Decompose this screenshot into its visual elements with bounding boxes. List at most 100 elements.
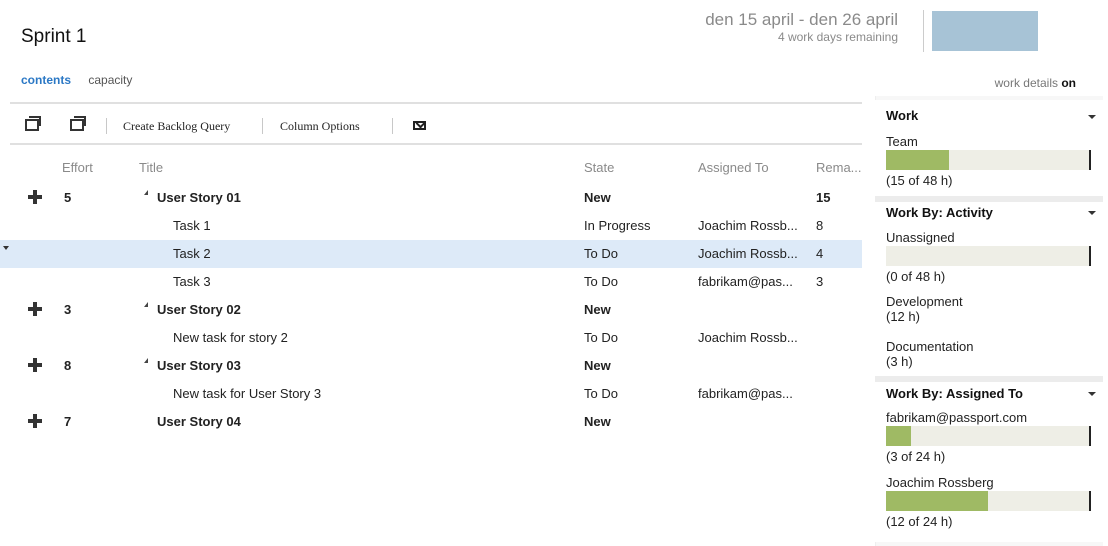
toolbar-divider <box>106 118 107 134</box>
create-backlog-query-button[interactable]: Create Backlog Query <box>123 119 230 134</box>
sprint-dates: den 15 april - den 26 april 4 work days … <box>640 10 898 44</box>
title-cell[interactable]: User Story 02 <box>157 302 241 317</box>
unassigned-capacity-caption: (0 of 48 h) <box>886 269 946 284</box>
state-cell: To Do <box>584 386 618 401</box>
capacity-marker <box>1089 150 1091 170</box>
work-details-state[interactable]: on <box>1061 76 1076 90</box>
activity-section-title: Work By: Activity <box>886 205 993 220</box>
person-capacity-caption: (12 of 24 h) <box>886 514 953 529</box>
add-task-icon[interactable] <box>28 190 42 204</box>
capacity-marker <box>1089 426 1091 446</box>
state-cell: To Do <box>584 330 618 345</box>
column-options-button[interactable]: Column Options <box>280 119 360 134</box>
title-cell[interactable]: New task for User Story 3 <box>173 386 321 401</box>
burndown-area <box>932 11 1038 51</box>
title-cell[interactable]: Task 2 <box>173 246 211 261</box>
person-capacity-fill <box>886 426 912 446</box>
collapse-triangle-icon[interactable] <box>144 302 148 307</box>
team-capacity-fill <box>886 150 950 170</box>
add-task-icon[interactable] <box>28 302 42 316</box>
person-capacity-fill <box>886 491 988 511</box>
table-row[interactable]: 5 User Story 01 New 15 <box>0 184 862 212</box>
team-capacity-caption: (15 of 48 h) <box>886 173 953 188</box>
title-cell[interactable]: User Story 04 <box>157 414 241 429</box>
column-header-effort[interactable]: Effort <box>62 160 93 175</box>
effort-cell: 3 <box>64 302 72 317</box>
collapse-triangle-icon[interactable] <box>144 358 148 363</box>
add-task-icon[interactable] <box>28 358 42 372</box>
state-cell: New <box>584 414 611 429</box>
toolbar-divider <box>262 118 263 134</box>
tab-capacity[interactable]: capacity <box>88 73 132 87</box>
title-cell[interactable]: User Story 03 <box>157 358 241 373</box>
remaining-cell: 15 <box>816 190 831 205</box>
page-title: Sprint 1 <box>21 26 87 47</box>
activity-section: Work By: Activity Unassigned (0 of 48 h)… <box>875 202 1103 376</box>
person-capacity-bar <box>886 491 1089 511</box>
chevron-down-icon[interactable] <box>1088 115 1096 119</box>
chevron-down-icon[interactable] <box>1088 211 1096 215</box>
column-header-state[interactable]: State <box>584 160 614 175</box>
assigned-cell: Joachim Rossb... <box>698 218 798 233</box>
title-cell[interactable]: New task for story 2 <box>173 330 288 345</box>
state-cell: New <box>584 358 611 373</box>
state-cell: New <box>584 302 611 317</box>
unassigned-capacity-bar <box>886 246 1089 266</box>
title-cell[interactable]: User Story 01 <box>157 190 241 205</box>
effort-cell: 7 <box>64 414 72 429</box>
table-row[interactable]: New task for story 2 To Do Joachim Rossb… <box>0 324 862 352</box>
title-cell[interactable]: Task 1 <box>173 218 211 233</box>
table-row[interactable]: 3 User Story 02 New <box>0 296 862 324</box>
assigned-cell: fabrikam@pas... <box>698 386 793 401</box>
collapse-all-icon[interactable] <box>70 116 86 131</box>
date-range: den 15 april - den 26 april <box>705 10 898 29</box>
development-hours: (12 h) <box>886 309 920 324</box>
title-cell[interactable]: Task 3 <box>173 274 211 289</box>
table-row[interactable]: 7 User Story 04 New <box>0 408 862 436</box>
chevron-down-icon[interactable] <box>1088 392 1096 396</box>
table-row[interactable]: New task for User Story 3 To Do fabrikam… <box>0 380 862 408</box>
column-header-title[interactable]: Title <box>139 160 163 175</box>
work-section-title: Work <box>886 108 919 123</box>
work-details-toggle[interactable]: work details on <box>995 76 1076 90</box>
state-cell: To Do <box>584 274 618 289</box>
documentation-label: Documentation <box>886 339 974 354</box>
burndown-chart[interactable] <box>923 10 1081 52</box>
person-label: fabrikam@passport.com <box>886 410 1028 425</box>
tab-contents[interactable]: contents <box>21 73 71 87</box>
table-row-selected[interactable]: Task 2 To Do Joachim Rossb... 4 <box>0 240 862 268</box>
team-capacity-bar <box>886 150 1089 170</box>
development-label: Development <box>886 294 963 309</box>
table-row[interactable]: Task 3 To Do fabrikam@pas... 3 <box>0 268 862 296</box>
remaining-cell: 3 <box>816 274 824 289</box>
effort-cell: 8 <box>64 358 72 373</box>
table-row[interactable]: Task 1 In Progress Joachim Rossb... 8 <box>0 212 862 240</box>
add-task-icon[interactable] <box>28 414 42 428</box>
view-tabs: contents capacity <box>21 73 146 87</box>
person-capacity-bar <box>886 426 1089 446</box>
table-row[interactable]: 8 User Story 03 New <box>0 352 862 380</box>
person-label: Joachim Rossberg <box>886 475 994 490</box>
expand-all-icon[interactable] <box>25 116 41 131</box>
assigned-section-title: Work By: Assigned To <box>886 386 1023 401</box>
state-cell: In Progress <box>584 218 651 233</box>
state-cell: To Do <box>584 246 618 261</box>
remaining-cell: 4 <box>816 246 824 261</box>
column-header-assigned-to[interactable]: Assigned To <box>698 160 769 175</box>
days-remaining: 4 work days remaining <box>777 30 898 44</box>
collapse-triangle-icon[interactable] <box>144 190 148 195</box>
assigned-section: Work By: Assigned To fabrikam@passport.c… <box>875 382 1103 542</box>
backlog-toolbar: Create Backlog Query Column Options <box>10 102 862 145</box>
work-section: Work Team (15 of 48 h) <box>875 100 1103 196</box>
work-details-label: work details <box>994 76 1058 90</box>
column-header-remaining[interactable]: Rema... <box>816 160 862 175</box>
assigned-cell: Joachim Rossb... <box>698 246 798 261</box>
row-menu-caret-icon[interactable] <box>3 246 9 250</box>
toolbar-divider <box>392 118 393 134</box>
assigned-cell: Joachim Rossb... <box>698 330 798 345</box>
unassigned-label: Unassigned <box>886 230 955 245</box>
effort-cell: 5 <box>64 190 72 205</box>
remaining-cell: 8 <box>816 218 824 233</box>
capacity-marker <box>1089 246 1091 266</box>
mail-icon[interactable] <box>413 121 426 130</box>
